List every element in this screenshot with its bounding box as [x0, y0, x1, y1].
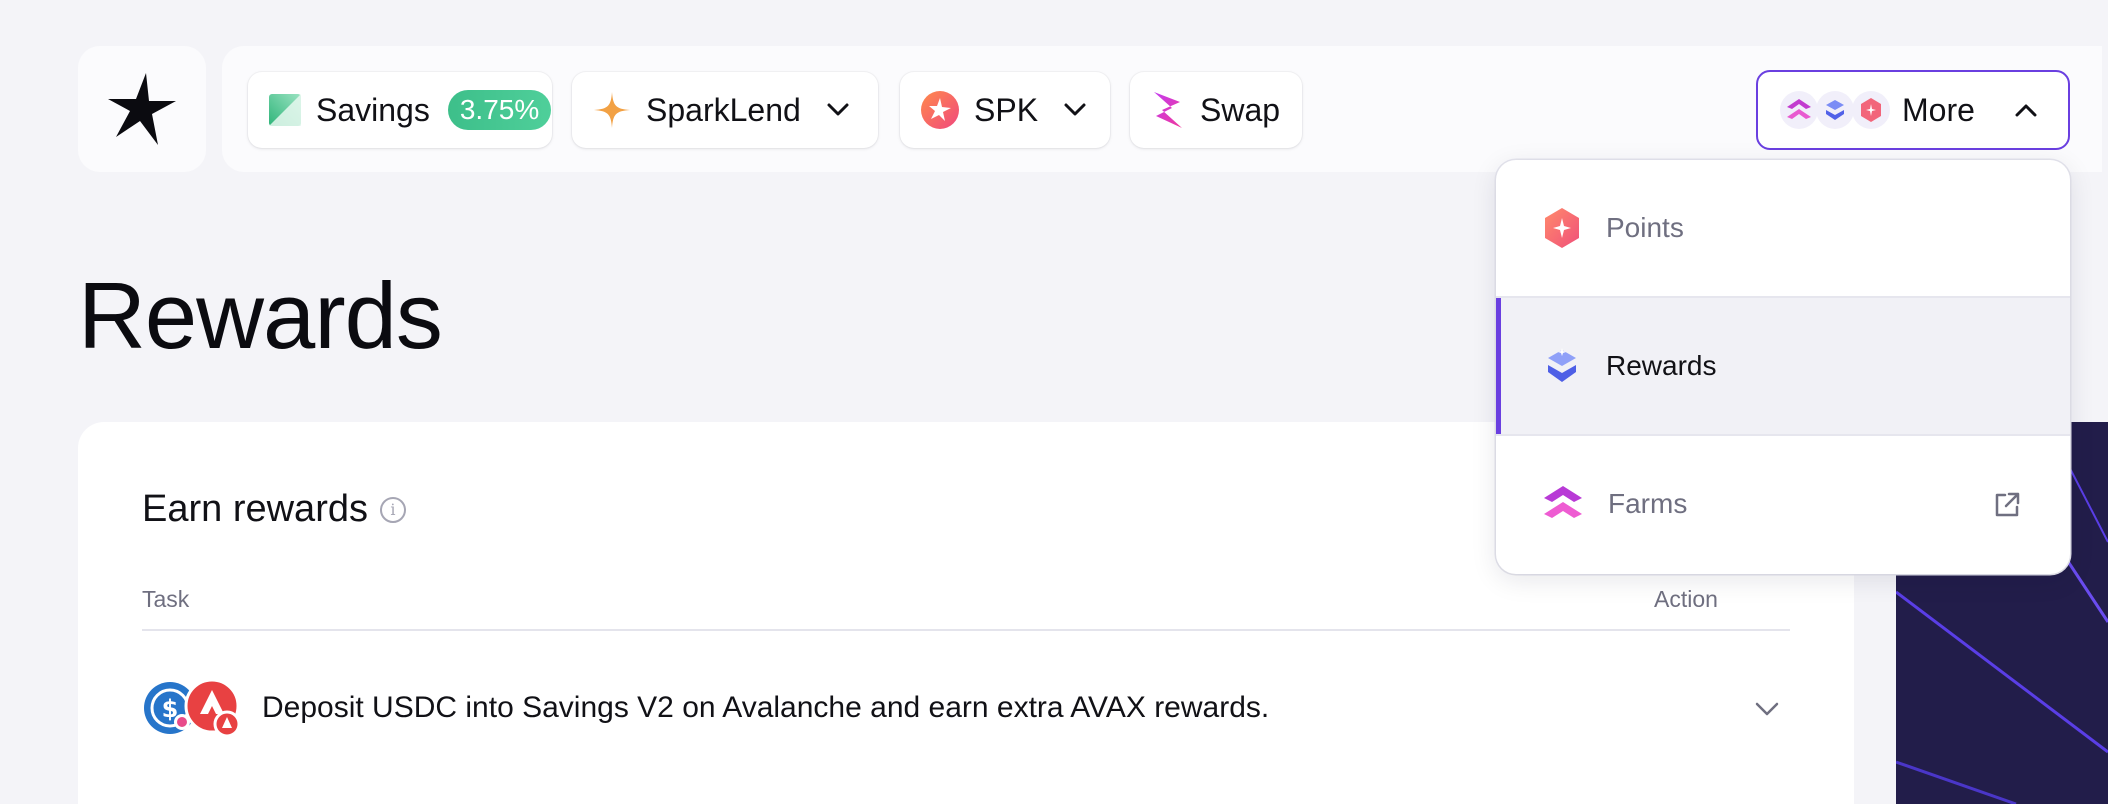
nav-swap-label: Swap [1200, 91, 1281, 128]
task-description: Deposit USDC into Savings V2 on Avalanch… [262, 691, 1270, 724]
column-header-action: Action [1654, 586, 1718, 612]
more-menu-button[interactable]: More [1756, 70, 2070, 150]
dropdown-item-rewards-label: Rewards [1606, 350, 1717, 381]
more-icons-group [1780, 91, 1890, 129]
dropdown-item-points-label: Points [1606, 212, 1684, 243]
nav-sparklend-button[interactable]: SparkLend [572, 72, 878, 148]
savings-icon [269, 94, 301, 126]
points-icon [1852, 91, 1890, 129]
swap-icon [1154, 92, 1182, 128]
chevron-down-icon [1064, 103, 1086, 116]
more-menu-label: More [1902, 91, 1975, 128]
card-title: Earn rewards i [142, 488, 406, 531]
sparklend-icon [594, 92, 630, 128]
points-icon [1545, 208, 1579, 248]
dropdown-item-points[interactable]: Points [1496, 160, 2070, 296]
nav-spk-label: SPK [974, 91, 1039, 128]
avax-icon [184, 678, 241, 738]
nav-swap-button[interactable]: Swap [1130, 72, 1302, 148]
rewards-icon [1548, 348, 1576, 382]
info-icon[interactable]: i [379, 496, 406, 523]
logo[interactable] [78, 46, 206, 172]
table-row[interactable]: $ Deposit USDC into Savings V2 on Avalan… [142, 672, 1792, 744]
spk-icon [921, 91, 959, 129]
task-token-icons: $ [142, 676, 250, 740]
dropdown-item-farms[interactable]: Farms [1496, 436, 2070, 572]
nav-savings-button[interactable]: Savings 3.75% [248, 72, 552, 148]
dropdown-item-rewards[interactable]: Rewards [1496, 298, 2070, 434]
card-title-text: Earn rewards [142, 488, 368, 530]
farms-icon [1544, 486, 1582, 518]
column-header-task: Task [142, 586, 190, 612]
farms-icon [1780, 91, 1818, 129]
external-link-icon [1995, 492, 2020, 517]
table-divider [142, 629, 1790, 631]
chevron-up-icon [2015, 104, 2037, 117]
more-dropdown-menu: Points Rewards Farms [1496, 160, 2070, 574]
chevron-down-icon[interactable] [1752, 694, 1782, 724]
savings-rate-badge: 3.75% [447, 90, 552, 130]
nav-savings-label: Savings [316, 91, 430, 128]
nav-spk-button[interactable]: SPK [900, 72, 1110, 148]
dropdown-item-farms-label: Farms [1608, 488, 1688, 519]
rewards-icon [1816, 91, 1854, 129]
nav-sparklend-label: SparkLend [646, 91, 801, 128]
spark-logo-icon [108, 73, 176, 145]
page-title: Rewards [78, 263, 443, 368]
chevron-down-icon [827, 103, 849, 116]
